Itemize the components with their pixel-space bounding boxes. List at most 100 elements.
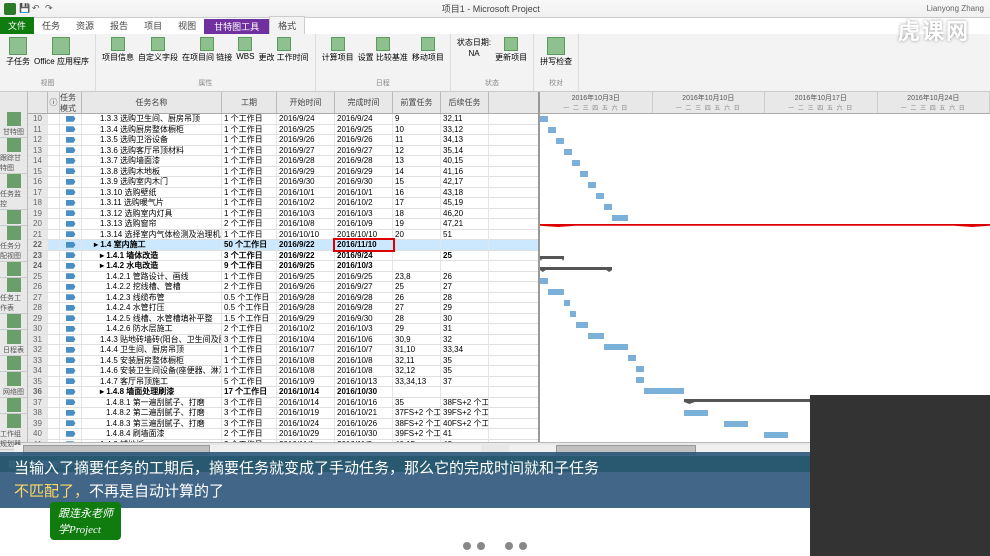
gantt-task-bar[interactable]: [548, 127, 556, 133]
task-row[interactable]: 281.4.2.4 水管打压0.5 个工作日2016/9/282016/9/28…: [28, 303, 538, 314]
sidebar-view-btn[interactable]: 任务分配视图: [0, 226, 27, 262]
task-row[interactable]: 371.4.8.1 第一遍刮腻子、打磨3 个工作日2016/10/142016/…: [28, 398, 538, 409]
task-row[interactable]: 141.3.7 选购墙面漆1 个工作日2016/9/282016/9/28134…: [28, 156, 538, 167]
gantt-task-bar[interactable]: [612, 215, 628, 221]
gantt-task-bar[interactable]: [564, 300, 570, 306]
tab-view[interactable]: 视图: [170, 17, 204, 34]
tab-report[interactable]: 报告: [102, 17, 136, 34]
gantt-task-bar[interactable]: [576, 322, 588, 328]
task-row[interactable]: 171.3.10 选购壁纸1 个工作日2016/10/12016/10/1164…: [28, 188, 538, 199]
ribbon-office[interactable]: Office 应用程序: [34, 37, 89, 67]
task-row[interactable]: 251.4.2.1 管路设计、画线1 个工作日2016/9/252016/9/2…: [28, 272, 538, 283]
task-row[interactable]: 191.3.12 选购室内灯具1 个工作日2016/10/32016/10/31…: [28, 209, 538, 220]
ribbon-projinfo[interactable]: 项目信息: [102, 37, 134, 63]
gantt-task-bar[interactable]: [580, 171, 588, 177]
task-row[interactable]: 401.4.8.4 刷墙面漆2 个工作日2016/10/292016/10/30…: [28, 429, 538, 440]
gantt-summary-bar[interactable]: [684, 399, 820, 404]
task-row[interactable]: 111.3.4 选购厨房整体橱柜1 个工作日2016/9/252016/9/25…: [28, 125, 538, 136]
gantt-task-bar[interactable]: [636, 377, 644, 383]
task-row[interactable]: 23▸ 1.4.1 墙体改造3 个工作日2016/9/222016/9/2425: [28, 251, 538, 262]
task-row[interactable]: 271.4.2.3 线缆布管0.5 个工作日2016/9/282016/9/28…: [28, 293, 538, 304]
tab-resource[interactable]: 资源: [68, 17, 102, 34]
task-row[interactable]: 211.3.14 选择室内气体检测及治理机构1 个工作日2016/10/1020…: [28, 230, 538, 241]
gantt-summary-bar[interactable]: [540, 267, 612, 272]
task-row[interactable]: 121.3.5 选购卫浴设备1 个工作日2016/9/262016/9/2611…: [28, 135, 538, 146]
col-fin[interactable]: 完成时间: [335, 92, 393, 113]
redo-icon[interactable]: ↷: [45, 3, 55, 13]
col-id[interactable]: [28, 92, 48, 113]
task-row[interactable]: 151.3.8 选购木地板1 个工作日2016/9/292016/9/29144…: [28, 167, 538, 178]
gantt-task-bar[interactable]: [572, 160, 580, 166]
undo-icon[interactable]: ↶: [32, 3, 42, 13]
sidebar-view-btn[interactable]: [0, 398, 27, 414]
task-row[interactable]: 131.3.6 选购客厅吊顶材料1 个工作日2016/9/272016/9/27…: [28, 146, 538, 157]
sidebar-view-btn[interactable]: 甘特图: [0, 112, 27, 138]
task-row[interactable]: 181.3.11 选购暖气片1 个工作日2016/10/22016/10/217…: [28, 198, 538, 209]
ribbon-custom[interactable]: 自定义字段: [138, 37, 178, 63]
task-row[interactable]: 301.4.2.6 防水层施工2 个工作日2016/10/22016/10/32…: [28, 324, 538, 335]
task-row[interactable]: 311.4.3 贴地砖墙砖(阳台、卫生间及厨)3 个工作日2016/10/420…: [28, 335, 538, 346]
task-row[interactable]: 291.4.2.5 线槽、水管槽填补平整1.5 个工作日2016/9/29201…: [28, 314, 538, 325]
gantt-task-bar[interactable]: [604, 204, 612, 210]
sidebar-view-btn[interactable]: 日程表: [0, 330, 27, 356]
dot[interactable]: [519, 542, 527, 550]
task-grid[interactable]: ⓘ 任务模式 任务名称 工期 开始时间 完成时间 前置任务 后续任务 101.3…: [28, 92, 538, 442]
col-task[interactable]: 任务名称: [82, 92, 222, 113]
ribbon-baseline[interactable]: 设置 比较基准: [358, 37, 408, 63]
task-row[interactable]: 351.4.7 客厅吊顶施工5 个工作日2016/10/92016/10/133…: [28, 377, 538, 388]
task-row[interactable]: 261.4.2.2 挖线槽、管槽2 个工作日2016/9/262016/9/27…: [28, 282, 538, 293]
ribbon-worktime[interactable]: 更改 工作时间: [258, 37, 308, 63]
task-row[interactable]: 24▸ 1.4.2 水电改造9 个工作日2016/9/252016/10/3: [28, 261, 538, 272]
gantt-task-bar[interactable]: [604, 344, 628, 350]
task-row[interactable]: 161.3.9 选购室内木门1 个工作日2016/9/302016/9/3015…: [28, 177, 538, 188]
task-row[interactable]: 411.4.9 铺地板3 个工作日2016/11/12016/11/340,15…: [28, 440, 538, 443]
sidebar-view-btn[interactable]: [0, 210, 27, 226]
task-row[interactable]: 36▸ 1.4.8 墙面处理刷漆17 个工作日2016/10/142016/10…: [28, 387, 538, 398]
tab-format[interactable]: 格式: [269, 16, 305, 34]
gantt-task-bar[interactable]: [596, 193, 604, 199]
sidebar-view-btn[interactable]: 任务监控: [0, 174, 27, 210]
task-row[interactable]: 321.4.4 卫生间、厨房吊顶1 个工作日2016/10/72016/10/7…: [28, 345, 538, 356]
gantt-task-bar[interactable]: [684, 410, 708, 416]
ribbon-move[interactable]: 移动项目: [412, 37, 444, 63]
sidebar-view-btn[interactable]: 任务工作表: [0, 278, 27, 314]
task-row[interactable]: 331.4.5 安装厨房整体橱柜1 个工作日2016/10/82016/10/8…: [28, 356, 538, 367]
tab-project[interactable]: 项目: [136, 17, 170, 34]
ribbon-subtask[interactable]: 子任务: [6, 37, 30, 67]
col-info[interactable]: ⓘ: [48, 92, 60, 113]
dot[interactable]: [463, 542, 471, 550]
sidebar-view-btn[interactable]: [0, 262, 27, 278]
ribbon-link[interactable]: 在项目间 链接: [182, 37, 232, 63]
col-start[interactable]: 开始时间: [277, 92, 335, 113]
task-row[interactable]: 391.4.8.3 第三遍刮腻子、打磨3 个工作日2016/10/242016/…: [28, 419, 538, 430]
sidebar-view-btn[interactable]: [0, 356, 27, 372]
sidebar-view-btn[interactable]: [0, 314, 27, 330]
task-row[interactable]: 381.4.8.2 第二遍刮腻子、打磨3 个工作日2016/10/192016/…: [28, 408, 538, 419]
ribbon-status-date[interactable]: 状态日期:NA: [457, 37, 491, 63]
task-row[interactable]: 22▸ 1.4 室内施工50 个工作日2016/9/222016/11/10: [28, 240, 538, 251]
gantt-task-bar[interactable]: [764, 432, 788, 438]
gantt-task-bar[interactable]: [628, 355, 636, 361]
col-mode[interactable]: 任务模式: [60, 92, 82, 113]
ribbon-update[interactable]: 更新项目: [495, 37, 527, 63]
dot-active[interactable]: [491, 542, 499, 550]
gantt-task-bar[interactable]: [588, 333, 604, 339]
gantt-task-bar[interactable]: [540, 116, 548, 122]
task-row[interactable]: 201.3.13 选购窗帘2 个工作日2016/10/82016/10/9194…: [28, 219, 538, 230]
tab-task[interactable]: 任务: [34, 17, 68, 34]
dot[interactable]: [505, 542, 513, 550]
gantt-task-bar[interactable]: [548, 289, 564, 295]
gantt-task-bar[interactable]: [644, 388, 684, 394]
gantt-task-bar[interactable]: [724, 421, 748, 427]
gantt-task-bar[interactable]: [540, 278, 548, 284]
save-icon[interactable]: 💾: [19, 3, 29, 13]
col-succ[interactable]: 后续任务: [441, 92, 489, 113]
col-pred[interactable]: 前置任务: [393, 92, 441, 113]
dot[interactable]: [477, 542, 485, 550]
col-dur[interactable]: 工期: [222, 92, 277, 113]
gantt-task-bar[interactable]: [556, 138, 564, 144]
task-row[interactable]: 101.3.3 选购卫生间、厨房吊顶1 个工作日2016/9/242016/9/…: [28, 114, 538, 125]
tab-file[interactable]: 文件: [0, 17, 34, 34]
sidebar-view-btn[interactable]: 网络图: [0, 372, 27, 398]
ribbon-wbs[interactable]: WBS: [236, 37, 254, 63]
